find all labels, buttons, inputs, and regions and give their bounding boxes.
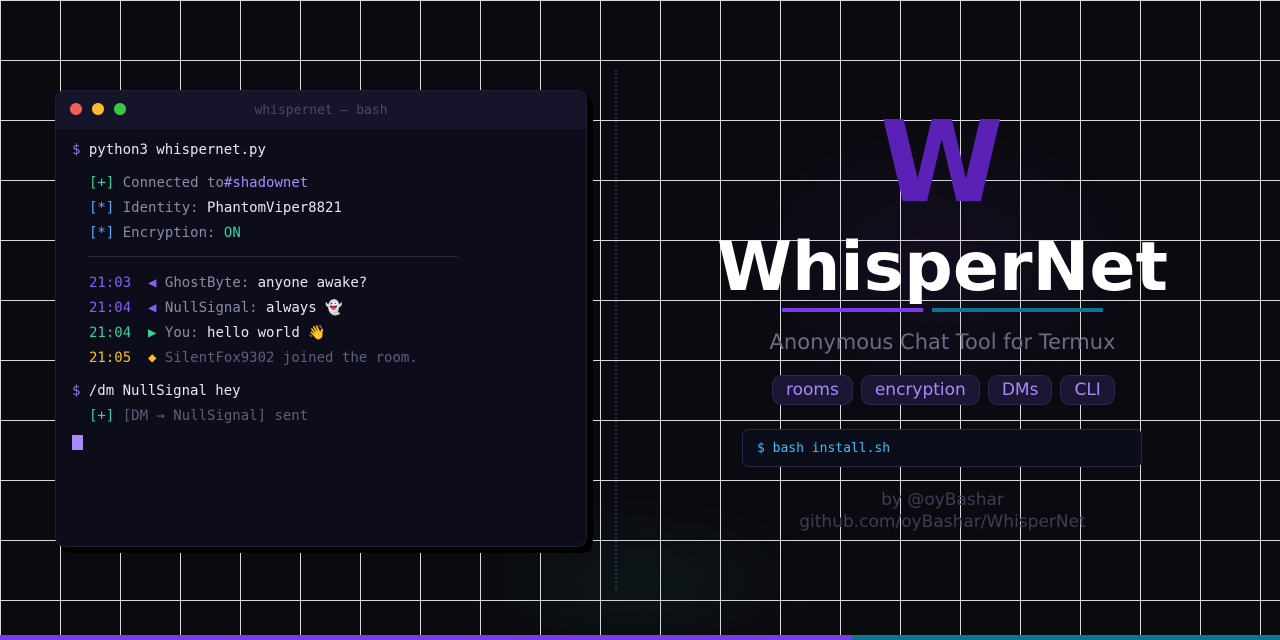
prompt-symbol: $ (72, 142, 81, 158)
status-label: Connected to (122, 175, 224, 191)
app-title: WhisperNet (716, 228, 1169, 307)
tag-rooms[interactable]: rooms (772, 375, 853, 405)
status-value: #shadownet (223, 175, 309, 191)
tag-cli[interactable]: CLI (1060, 375, 1115, 405)
dm-result-text: [DM → NullSignal] sent (122, 408, 309, 424)
dm-result-line: [+] [DM → NullSignal] sent (89, 408, 308, 424)
install-command-box[interactable]: $ bash install.sh (742, 429, 1142, 467)
credits: by @oyBashar github.com/oyBashar/Whisper… (700, 489, 1185, 533)
maximize-window-dot-icon[interactable] (114, 103, 126, 115)
message-user: NullSignal: (164, 300, 258, 316)
message-time: 21:04 (89, 300, 132, 316)
repo-link[interactable]: github.com/oyBashar/WhisperNet (700, 511, 1185, 533)
outgoing-arrow-icon: ▶ (148, 325, 157, 341)
incoming-arrow-icon: ◀ (148, 300, 157, 316)
separator-line (87, 256, 458, 257)
status-line: [*] Identity: PhantomViper8821 (89, 200, 342, 216)
command-text: /dm NullSignal hey (88, 383, 241, 399)
command-line: $ python3 whispernet.py (72, 142, 266, 158)
chat-message: 21:04 ◀ NullSignal: always 👻 (89, 300, 342, 316)
bottom-accent-bar (0, 635, 1280, 640)
terminal-window: whispernet — bash $ python3 whispernet.p… (55, 90, 587, 547)
message-time: 21:03 (89, 275, 132, 291)
terminal-titlebar: whispernet — bash (56, 91, 586, 129)
status-line: [*] Encryption: ON (89, 225, 241, 241)
command-line: $ /dm NullSignal hey (72, 383, 241, 399)
incoming-arrow-icon: ◀ (148, 275, 157, 291)
message-user: You: (164, 325, 199, 341)
chat-message: 21:05 ◆ SilentFox9302 joined the room. (89, 350, 418, 366)
minimize-window-dot-icon[interactable] (92, 103, 104, 115)
message-time: 21:05 (89, 350, 132, 366)
message-time: 21:04 (89, 325, 132, 341)
feature-tags: rooms encryption DMs CLI (772, 375, 1115, 405)
status-label: Encryption: (122, 225, 216, 241)
message-text: hello world 👋 (207, 325, 326, 341)
status-bracket: [+] (89, 175, 115, 191)
bottom-bar-teal (852, 635, 1280, 640)
message-text: anyone awake? (257, 275, 368, 291)
chat-message: 21:03 ◀ GhostByte: anyone awake? (89, 275, 367, 291)
status-value: ON (223, 225, 241, 241)
close-window-dot-icon[interactable] (70, 103, 82, 115)
author-text: by @oyBashar (881, 490, 1004, 510)
logo-letter: W (880, 98, 1004, 228)
status-bracket: [*] (89, 200, 115, 216)
title-underline-purple (782, 308, 923, 312)
status-bracket: [+] (89, 408, 115, 424)
app-subtitle: Anonymous Chat Tool for Termux (769, 330, 1116, 354)
message-text: SilentFox9302 joined the room. (164, 350, 418, 366)
diamond-icon: ◆ (148, 350, 157, 366)
status-line: [+] Connected to#shadownet (89, 175, 308, 191)
message-text: always 👻 (266, 300, 343, 316)
text-cursor (72, 435, 83, 450)
dotted-divider (615, 70, 617, 590)
title-underline-teal (932, 308, 1103, 312)
bottom-bar-purple (0, 635, 852, 640)
chat-message: 21:04 ▶ You: hello world 👋 (89, 325, 326, 341)
status-label: Identity: (122, 200, 199, 216)
prompt-symbol: $ (72, 383, 81, 399)
status-bracket: [*] (89, 225, 115, 241)
status-value: PhantomViper8821 (207, 200, 342, 216)
tag-encryption[interactable]: encryption (860, 375, 980, 405)
tag-dms[interactable]: DMs (987, 375, 1053, 405)
command-text: python3 whispernet.py (88, 142, 266, 158)
terminal-title: whispernet — bash (254, 102, 388, 118)
message-user: GhostByte: (164, 275, 250, 291)
